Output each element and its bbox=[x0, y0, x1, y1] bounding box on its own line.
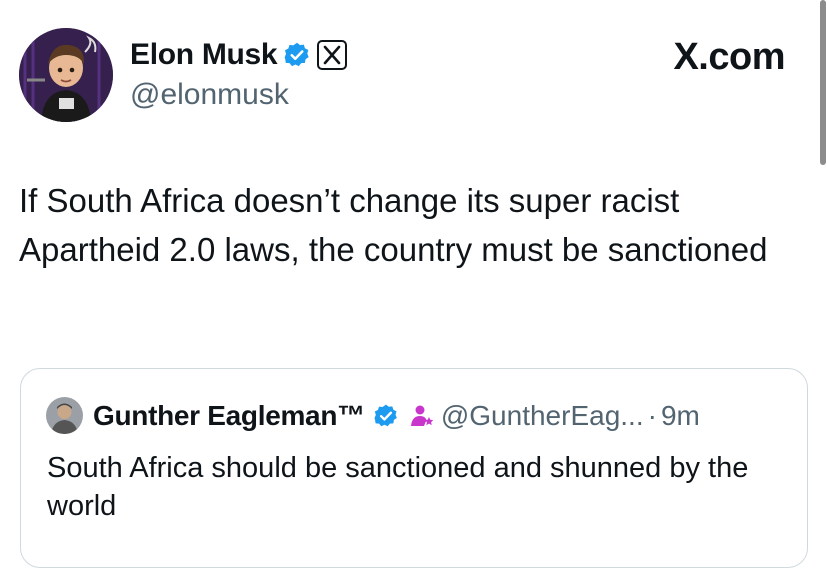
author-handle[interactable]: @elonmusk bbox=[130, 78, 289, 112]
subscriber-icon bbox=[409, 403, 435, 429]
quoted-author-handle[interactable]: @GuntherEag... bbox=[441, 400, 644, 432]
avatar-cartoon-icon bbox=[19, 28, 113, 122]
quoted-tweet-text: South Africa should be sanctioned and sh… bbox=[47, 452, 749, 522]
tweet-text: If South Africa doesn’t change its super… bbox=[19, 182, 768, 268]
author-name[interactable]: Elon Musk bbox=[130, 38, 278, 72]
author-name-row[interactable]: Elon Musk bbox=[130, 38, 348, 72]
brand-text: X.com bbox=[673, 36, 785, 78]
quoted-tweet-time[interactable]: 9m bbox=[661, 400, 700, 432]
x-logo-badge-icon bbox=[317, 40, 348, 70]
quoted-author-name[interactable]: Gunther Eagleman™ bbox=[93, 400, 365, 432]
avatar-person-icon bbox=[46, 397, 83, 434]
verified-badge-icon bbox=[283, 41, 311, 69]
scrollbar[interactable] bbox=[819, 0, 827, 165]
quoted-author-avatar[interactable] bbox=[46, 397, 83, 434]
brand-label: X.com bbox=[673, 36, 785, 79]
verified-badge-icon bbox=[373, 403, 399, 429]
meta-separator: · bbox=[647, 399, 657, 431]
quoted-tweet-header: Gunther Eagleman™ @GuntherEag... · 9m bbox=[46, 397, 700, 434]
author-avatar[interactable] bbox=[19, 28, 113, 122]
scrollbar-thumb[interactable] bbox=[820, 0, 826, 165]
quoted-tweet-card[interactable]: Gunther Eagleman™ @GuntherEag... · 9m So… bbox=[20, 368, 808, 568]
